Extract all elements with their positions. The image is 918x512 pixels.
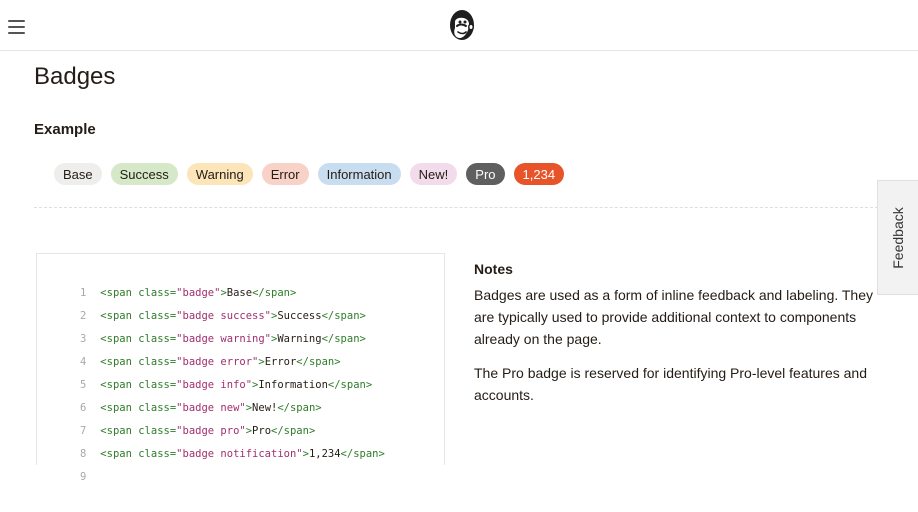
badge-error: Error: [261, 163, 309, 185]
badge-pro: Pro: [466, 163, 505, 185]
badge-warning: Warning: [186, 163, 253, 185]
badge-base: Base: [54, 163, 102, 185]
code-line: 4 <span class="badge error">Error</span>: [79, 356, 341, 368]
code-line: 1 <span class="badge">Base</span>: [79, 287, 297, 299]
top-bar: [0, 0, 918, 51]
notes-heading: Notes: [474, 261, 513, 277]
badge-information: Information: [317, 163, 401, 185]
code-line: 7 <span class="badge pro">Pro</span>: [79, 425, 316, 437]
code-line: 6 <span class="badge new">New!</span>: [79, 402, 322, 414]
badge-notification: 1,234: [513, 163, 565, 185]
notes-paragraph: Badges are used as a form of inline feed…: [474, 287, 873, 347]
badge-new: New!: [409, 163, 458, 185]
badge-example-row: Base Success Warning Error Information N…: [54, 162, 565, 186]
code-snippet[interactable]: 1 <span class="badge">Base</span> 2 <span …: [36, 253, 445, 483]
code-line: 3 <span class="badge warning">Warning</sp…: [79, 333, 366, 345]
feedback-label: Feedback: [890, 206, 906, 269]
code-line: 8 <span class="badge notification">1,234<…: [79, 448, 385, 460]
feedback-tab[interactable]: Feedback: [877, 180, 918, 295]
hamburger-menu-icon[interactable]: [8, 20, 25, 34]
mailchimp-freddie-logo[interactable]: [446, 6, 478, 44]
example-heading: Example: [34, 121, 96, 138]
section-divider: [34, 207, 878, 208]
code-line: 9: [79, 471, 87, 483]
notes-paragraph: The Pro badge is reserved for identifyin…: [474, 365, 867, 403]
code-line: 5 <span class="badge info">Information</s…: [79, 379, 373, 391]
badge-success: Success: [110, 163, 178, 185]
code-line: 2 <span class="badge success">Success</sp…: [79, 310, 366, 322]
page-title: Badges: [34, 63, 116, 90]
